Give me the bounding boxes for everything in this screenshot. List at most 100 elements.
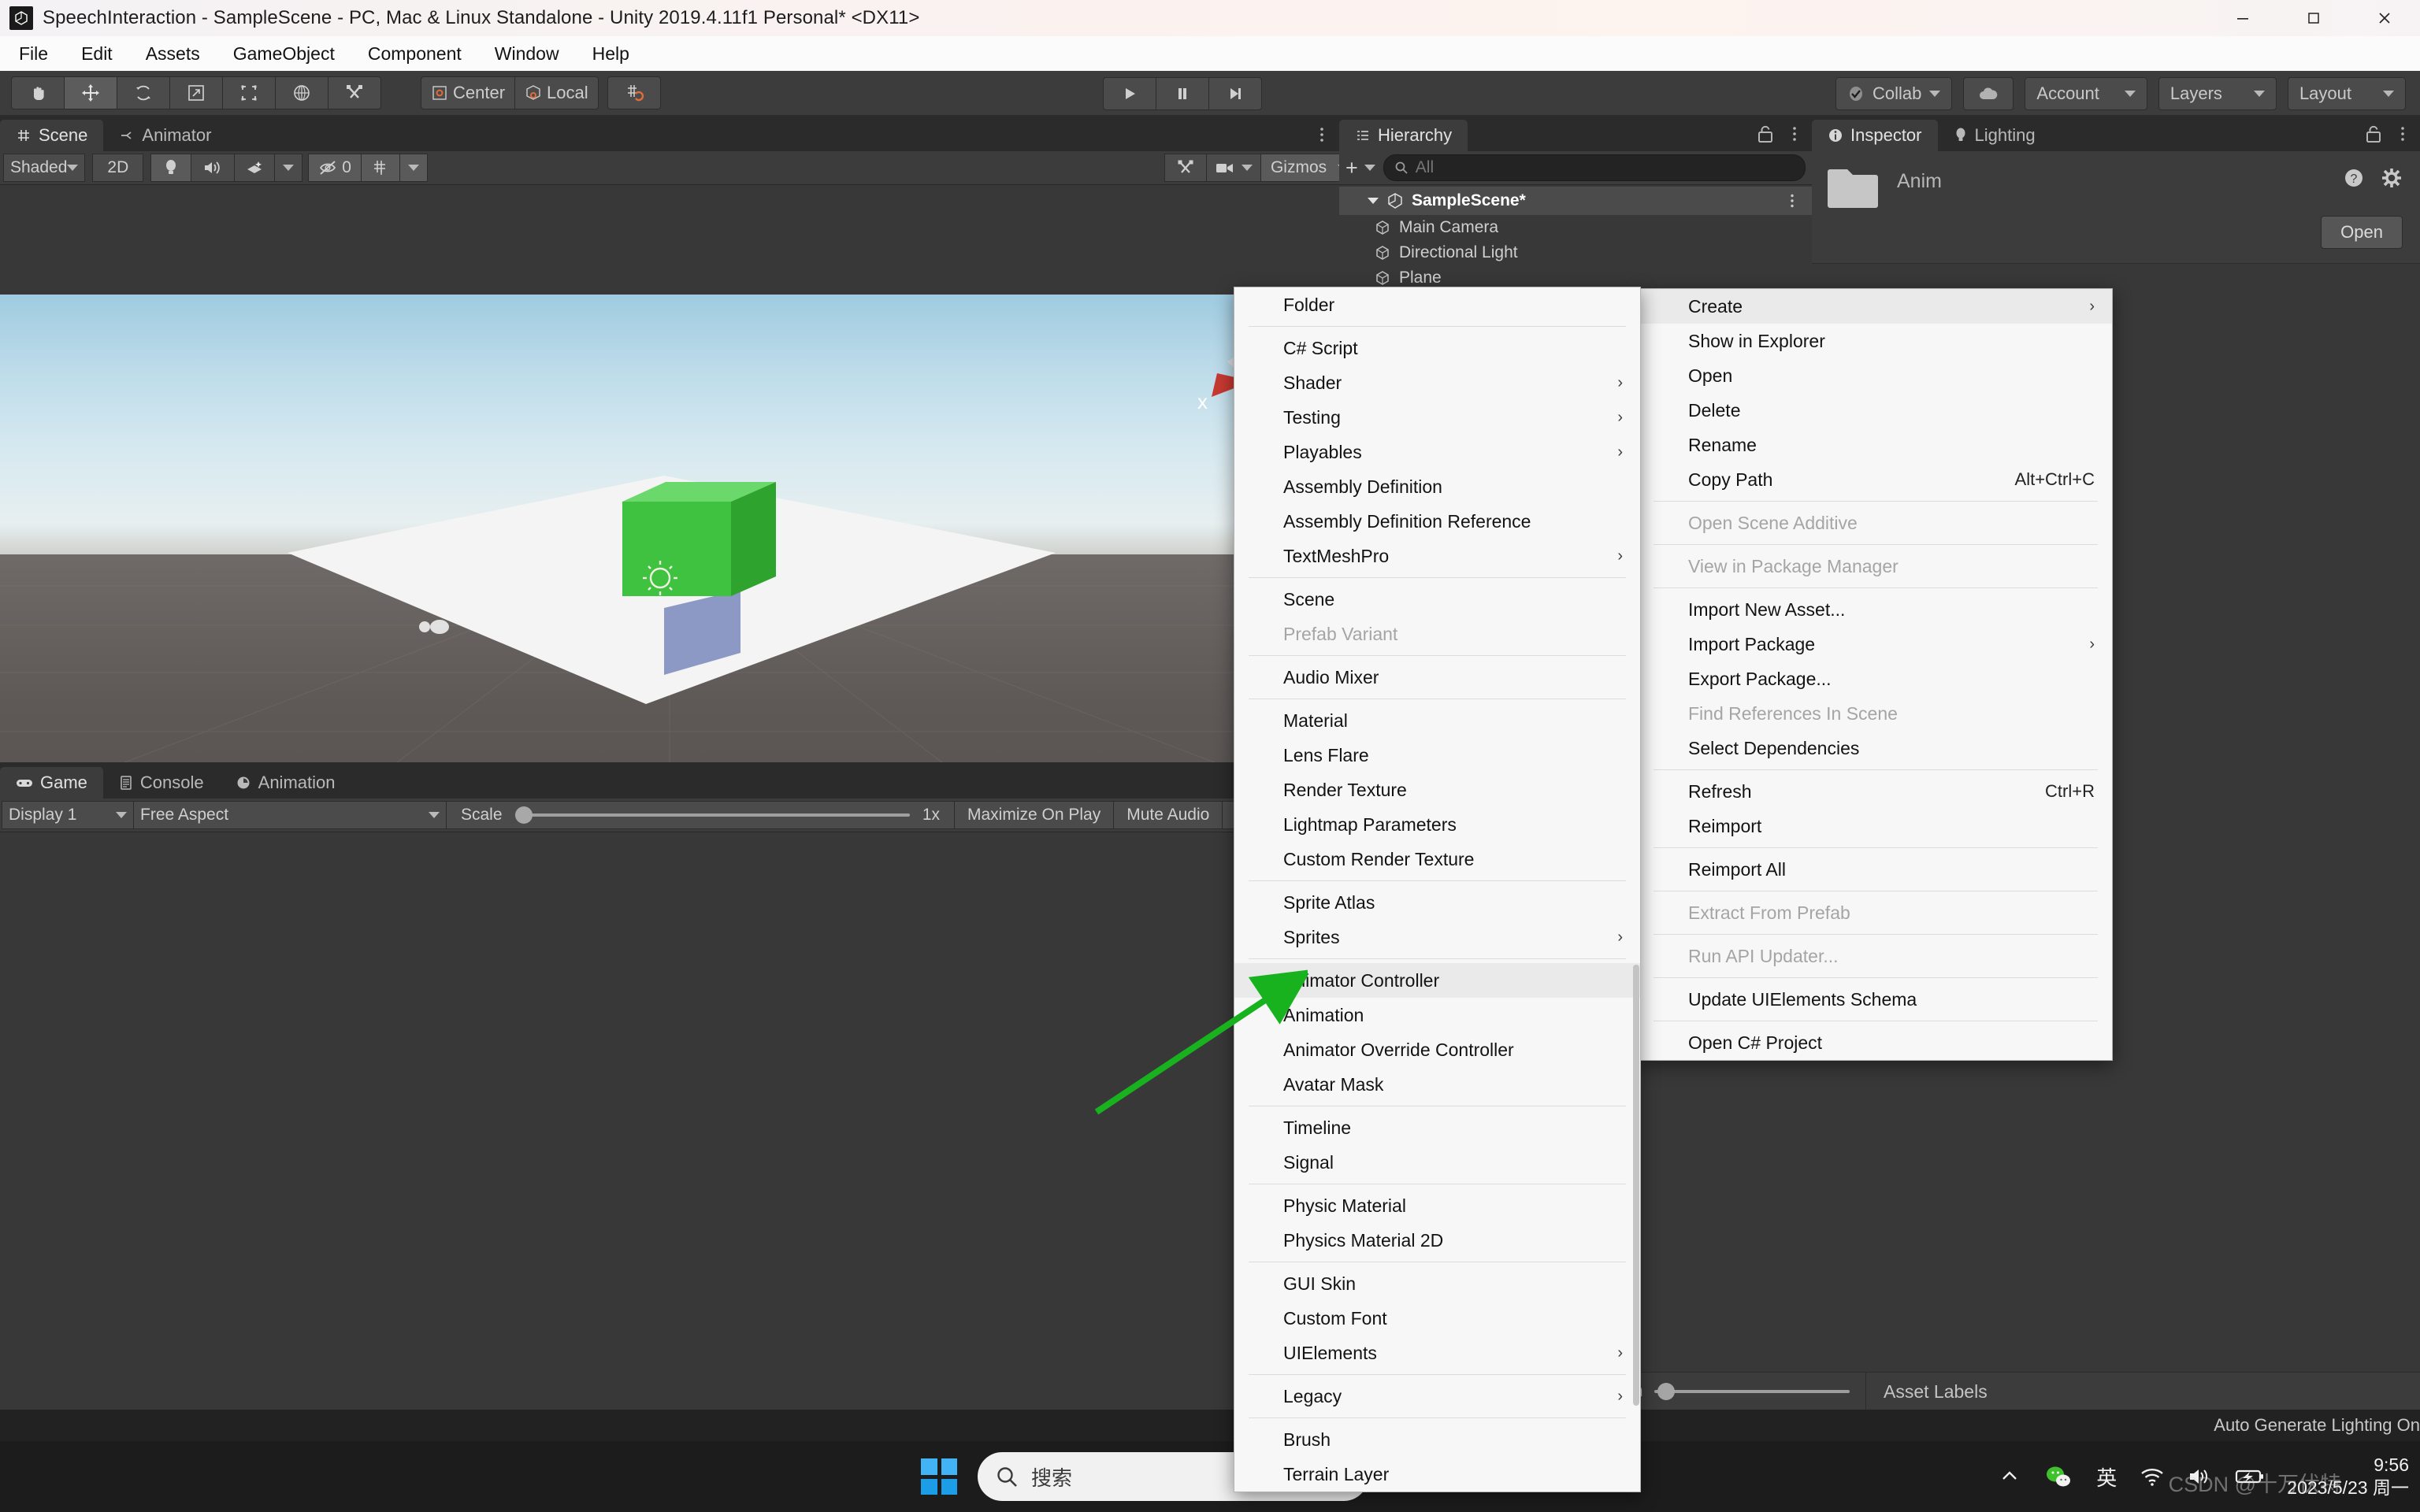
menu-item-audio-mixer[interactable]: Audio Mixer xyxy=(1234,660,1640,695)
tab-animator[interactable]: Animator xyxy=(103,120,227,151)
scene-camera-button[interactable] xyxy=(1205,154,1261,182)
menu-item-select-dependencies[interactable]: Select Dependencies xyxy=(1639,731,2112,765)
directional-light-gizmo[interactable] xyxy=(613,554,739,680)
show-hidden-icons-icon[interactable] xyxy=(1999,1466,2021,1488)
menu-item-assembly-definition[interactable]: Assembly Definition xyxy=(1234,469,1640,504)
menu-item-playables[interactable]: Playables › xyxy=(1234,435,1640,469)
tab-scene[interactable]: Scene xyxy=(0,120,104,151)
minimize-button[interactable] xyxy=(2207,0,2278,36)
scene-grid-dropdown[interactable] xyxy=(399,154,428,182)
custom-editor-tool-button[interactable] xyxy=(328,76,381,109)
asset-labels-label[interactable]: Asset Labels xyxy=(1866,1381,1988,1403)
menu-item-terrain-layer[interactable]: Terrain Layer xyxy=(1234,1457,1640,1492)
scene-grid-visibility-button[interactable] xyxy=(360,154,400,182)
menu-assets[interactable]: Assets xyxy=(132,40,214,68)
menu-item-create[interactable]: Create › xyxy=(1639,289,2112,324)
menu-item-copy-path[interactable]: Copy Path Alt+Ctrl+C xyxy=(1639,462,2112,497)
grid-snapping-button[interactable] xyxy=(607,76,661,109)
menu-item-c-script[interactable]: C# Script xyxy=(1234,331,1640,365)
menu-item-export-package[interactable]: Export Package... xyxy=(1639,662,2112,696)
menu-item-reimport-all[interactable]: Reimport All xyxy=(1639,852,2112,887)
menu-item-open[interactable]: Open xyxy=(1639,358,2112,393)
tab-inspector[interactable]: Inspector xyxy=(1812,120,1938,151)
menu-item-shader[interactable]: Shader › xyxy=(1234,365,1640,400)
menu-edit[interactable]: Edit xyxy=(67,40,127,68)
menu-item-folder[interactable]: Folder xyxy=(1234,287,1640,322)
layers-button[interactable]: Layers xyxy=(2158,77,2277,110)
menu-item-textmeshpro[interactable]: TextMeshPro › xyxy=(1234,539,1640,573)
more-options-icon[interactable] xyxy=(1783,192,1801,209)
menu-item-scene[interactable]: Scene xyxy=(1234,582,1640,617)
move-tool-button[interactable] xyxy=(64,76,117,109)
menu-item-physics-material-2d[interactable]: Physics Material 2D xyxy=(1234,1223,1640,1258)
hierarchy-search-input[interactable]: All xyxy=(1383,154,1806,181)
tab-lighting[interactable]: Lighting xyxy=(1938,120,2051,151)
menu-item-rename[interactable]: Rename xyxy=(1639,428,2112,462)
hierarchy-item-samplescene[interactable]: SampleScene* xyxy=(1339,187,1812,215)
wifi-icon[interactable] xyxy=(2139,1466,2166,1488)
menu-item-open-c-project[interactable]: Open C# Project xyxy=(1639,1025,2112,1060)
close-button[interactable] xyxy=(2349,0,2420,36)
2d-toggle-button[interactable]: 2D xyxy=(92,154,144,182)
cloud-button[interactable] xyxy=(1963,77,2014,110)
play-button[interactable] xyxy=(1103,77,1156,110)
menu-item-render-texture[interactable]: Render Texture xyxy=(1234,773,1640,807)
menu-gameobject[interactable]: GameObject xyxy=(219,40,349,68)
lock-icon[interactable] xyxy=(1757,124,1774,144)
menu-item-delete[interactable]: Delete xyxy=(1639,393,2112,428)
menu-scrollbar[interactable] xyxy=(1633,965,1639,1406)
menu-item-reimport[interactable]: Reimport xyxy=(1639,809,2112,843)
assets-context-menu[interactable]: Create › Show in Explorer Open Delete Rename C… xyxy=(1639,288,2113,1061)
transform-tool-button[interactable] xyxy=(275,76,328,109)
hierarchy-add-button[interactable]: + xyxy=(1345,156,1375,180)
menu-item-lightmap-parameters[interactable]: Lightmap Parameters xyxy=(1234,807,1640,842)
menu-item-custom-font[interactable]: Custom Font xyxy=(1234,1301,1640,1336)
step-button[interactable] xyxy=(1208,77,1262,110)
menu-item-assembly-definition-reference[interactable]: Assembly Definition Reference xyxy=(1234,504,1640,539)
scale-tool-button[interactable] xyxy=(169,76,223,109)
account-button[interactable]: Account xyxy=(2025,77,2147,110)
menu-item-sprites[interactable]: Sprites › xyxy=(1234,920,1640,954)
menu-item-legacy[interactable]: Legacy › xyxy=(1234,1379,1640,1414)
menu-item-show-in-explorer[interactable]: Show in Explorer xyxy=(1639,324,2112,358)
menu-item-physic-material[interactable]: Physic Material xyxy=(1234,1188,1640,1223)
main-camera-gizmo[interactable] xyxy=(413,610,468,646)
menu-item-material[interactable]: Material xyxy=(1234,703,1640,738)
tab-game[interactable]: Game xyxy=(0,767,103,799)
collab-button[interactable]: Collab xyxy=(1835,77,1953,110)
display-dropdown[interactable]: Display 1 xyxy=(2,801,134,829)
menu-window[interactable]: Window xyxy=(481,40,573,68)
scene-audio-button[interactable] xyxy=(191,154,236,182)
maximize-on-play-button[interactable]: Maximize On Play xyxy=(954,801,1115,829)
menu-item-testing[interactable]: Testing › xyxy=(1234,400,1640,435)
draw-mode-dropdown[interactable]: Shaded xyxy=(3,154,86,182)
aspect-dropdown[interactable]: Free Aspect xyxy=(133,801,447,829)
menu-item-import-package[interactable]: Import Package › xyxy=(1639,627,2112,662)
more-options-icon[interactable] xyxy=(2393,124,2412,143)
menu-help[interactable]: Help xyxy=(578,40,644,68)
more-options-icon[interactable] xyxy=(1785,124,1804,143)
menu-item-refresh[interactable]: Refresh Ctrl+R xyxy=(1639,774,2112,809)
menu-item-brush[interactable]: Brush xyxy=(1234,1422,1640,1457)
pivot-mode-button[interactable]: Center xyxy=(421,76,516,109)
menu-item-import-new-asset[interactable]: Import New Asset... xyxy=(1639,592,2112,627)
mute-audio-button[interactable]: Mute Audio xyxy=(1113,801,1223,829)
scene-hidden-objects-button[interactable]: 0 xyxy=(308,154,362,182)
layout-button[interactable]: Layout xyxy=(2287,77,2406,110)
rotate-tool-button[interactable] xyxy=(117,76,170,109)
lock-icon[interactable] xyxy=(2365,124,2382,144)
hierarchy-item-directional-light[interactable]: Directional Light xyxy=(1339,240,1812,265)
menu-item-signal[interactable]: Signal xyxy=(1234,1145,1640,1180)
tab-animation[interactable]: Animation xyxy=(220,767,351,799)
pause-button[interactable] xyxy=(1156,77,1209,110)
menu-file[interactable]: File xyxy=(5,40,62,68)
pivot-rotation-button[interactable]: Local xyxy=(514,76,599,109)
scene-lighting-button[interactable] xyxy=(150,154,192,182)
project-zoom-slider[interactable]: m xyxy=(1623,1373,1866,1410)
menu-item-uielements[interactable]: UIElements › xyxy=(1234,1336,1640,1370)
rect-tool-button[interactable] xyxy=(222,76,276,109)
scale-slider[interactable]: Scale 1x xyxy=(446,801,955,829)
menu-item-update-uielements-schema[interactable]: Update UIElements Schema xyxy=(1639,982,2112,1017)
scene-fx-dropdown[interactable] xyxy=(274,154,303,182)
more-options-icon[interactable] xyxy=(1312,125,1331,144)
